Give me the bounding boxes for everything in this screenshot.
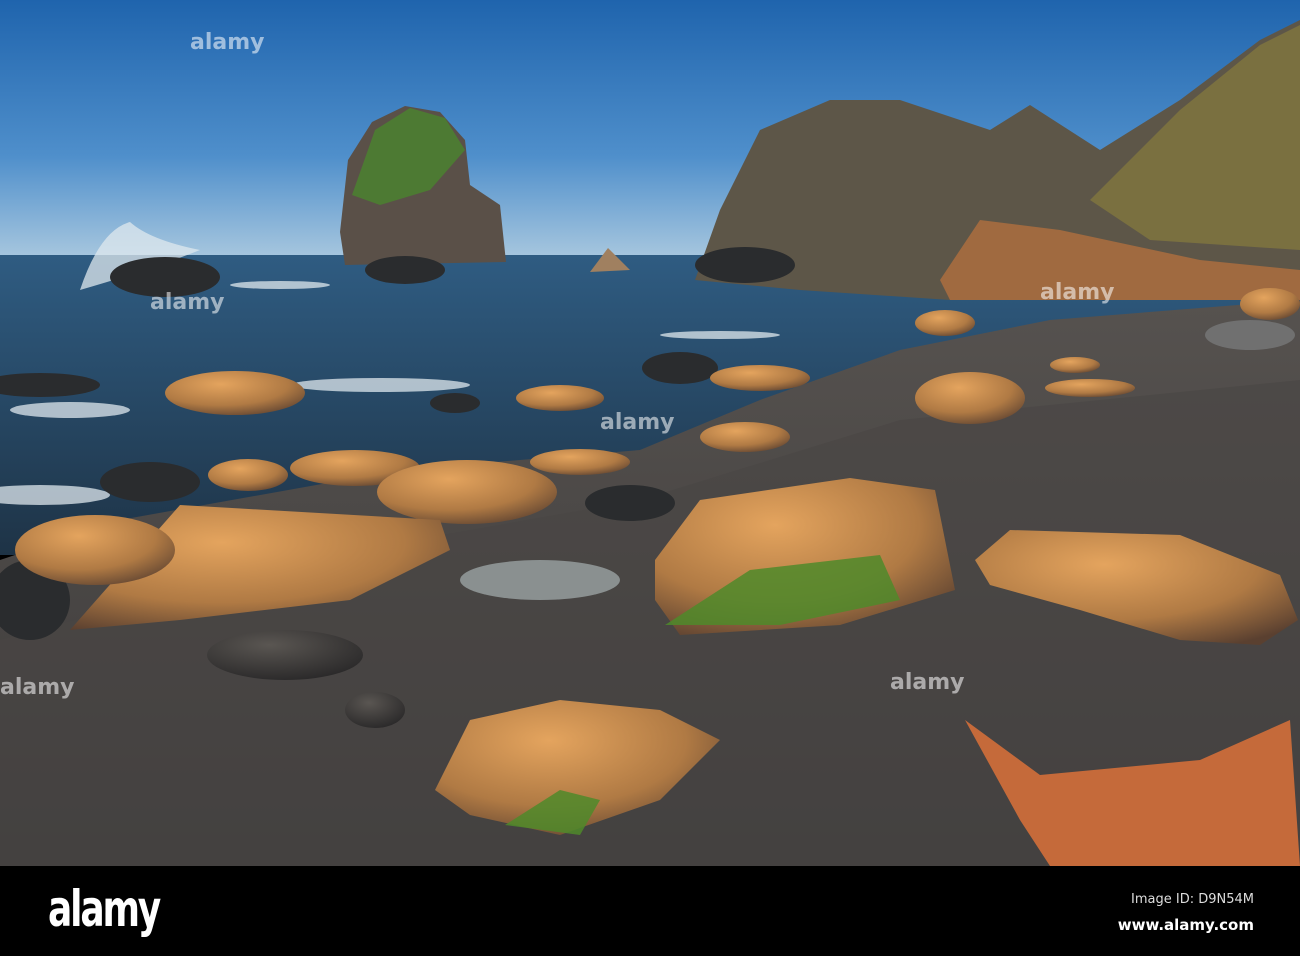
alamy-logo[interactable]: alamy [48,880,161,938]
stock-photo-page: alamy alamy alamy alamy alamy alamy alam… [0,0,1300,956]
watermark-text: alamy [1040,280,1115,305]
watermark-text: alamy [600,410,675,435]
site-url[interactable]: www.alamy.com [1118,916,1254,934]
image-id: Image ID: D9N54M [1131,892,1254,907]
watermark-text: alamy [0,675,75,700]
footer-bar: alamy Image ID: D9N54M www.alamy.com [0,866,1300,956]
watermark-text: alamy [890,670,965,695]
watermark-text: alamy [190,30,265,55]
watermark-text: alamy [150,290,225,315]
